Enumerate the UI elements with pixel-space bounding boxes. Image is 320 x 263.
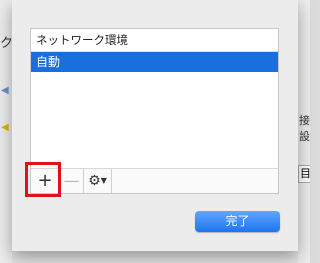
gear-menu-button[interactable]: ⚙▼ xyxy=(84,169,112,193)
background-right-text-1: 接 xyxy=(299,114,310,127)
background-arrow-icon: ◀ xyxy=(1,85,9,96)
highlight-box xyxy=(25,162,61,197)
chevron-down-icon: ▼ xyxy=(100,176,107,185)
background-right-field: 目 xyxy=(298,165,311,183)
done-button[interactable]: 完了 xyxy=(195,211,280,232)
remove-location-button[interactable]: — xyxy=(60,169,84,193)
background-arrow-icon: ◀ xyxy=(1,122,9,133)
background-right-text-2: 設 xyxy=(299,130,310,143)
gear-icon: ⚙ xyxy=(88,173,101,189)
background-left-panel: ク ◀ ◀ xyxy=(0,0,13,263)
list-toolbar: + — ⚙▼ xyxy=(30,168,279,194)
network-location-sheet: ネットワーク環境 自動 + — ⚙▼ 完了 xyxy=(12,0,298,251)
location-list-header: ネットワーク環境 xyxy=(31,29,278,52)
location-item-selected[interactable]: 自動 xyxy=(31,52,278,72)
background-right-panel: 接 設 目 xyxy=(298,0,311,263)
